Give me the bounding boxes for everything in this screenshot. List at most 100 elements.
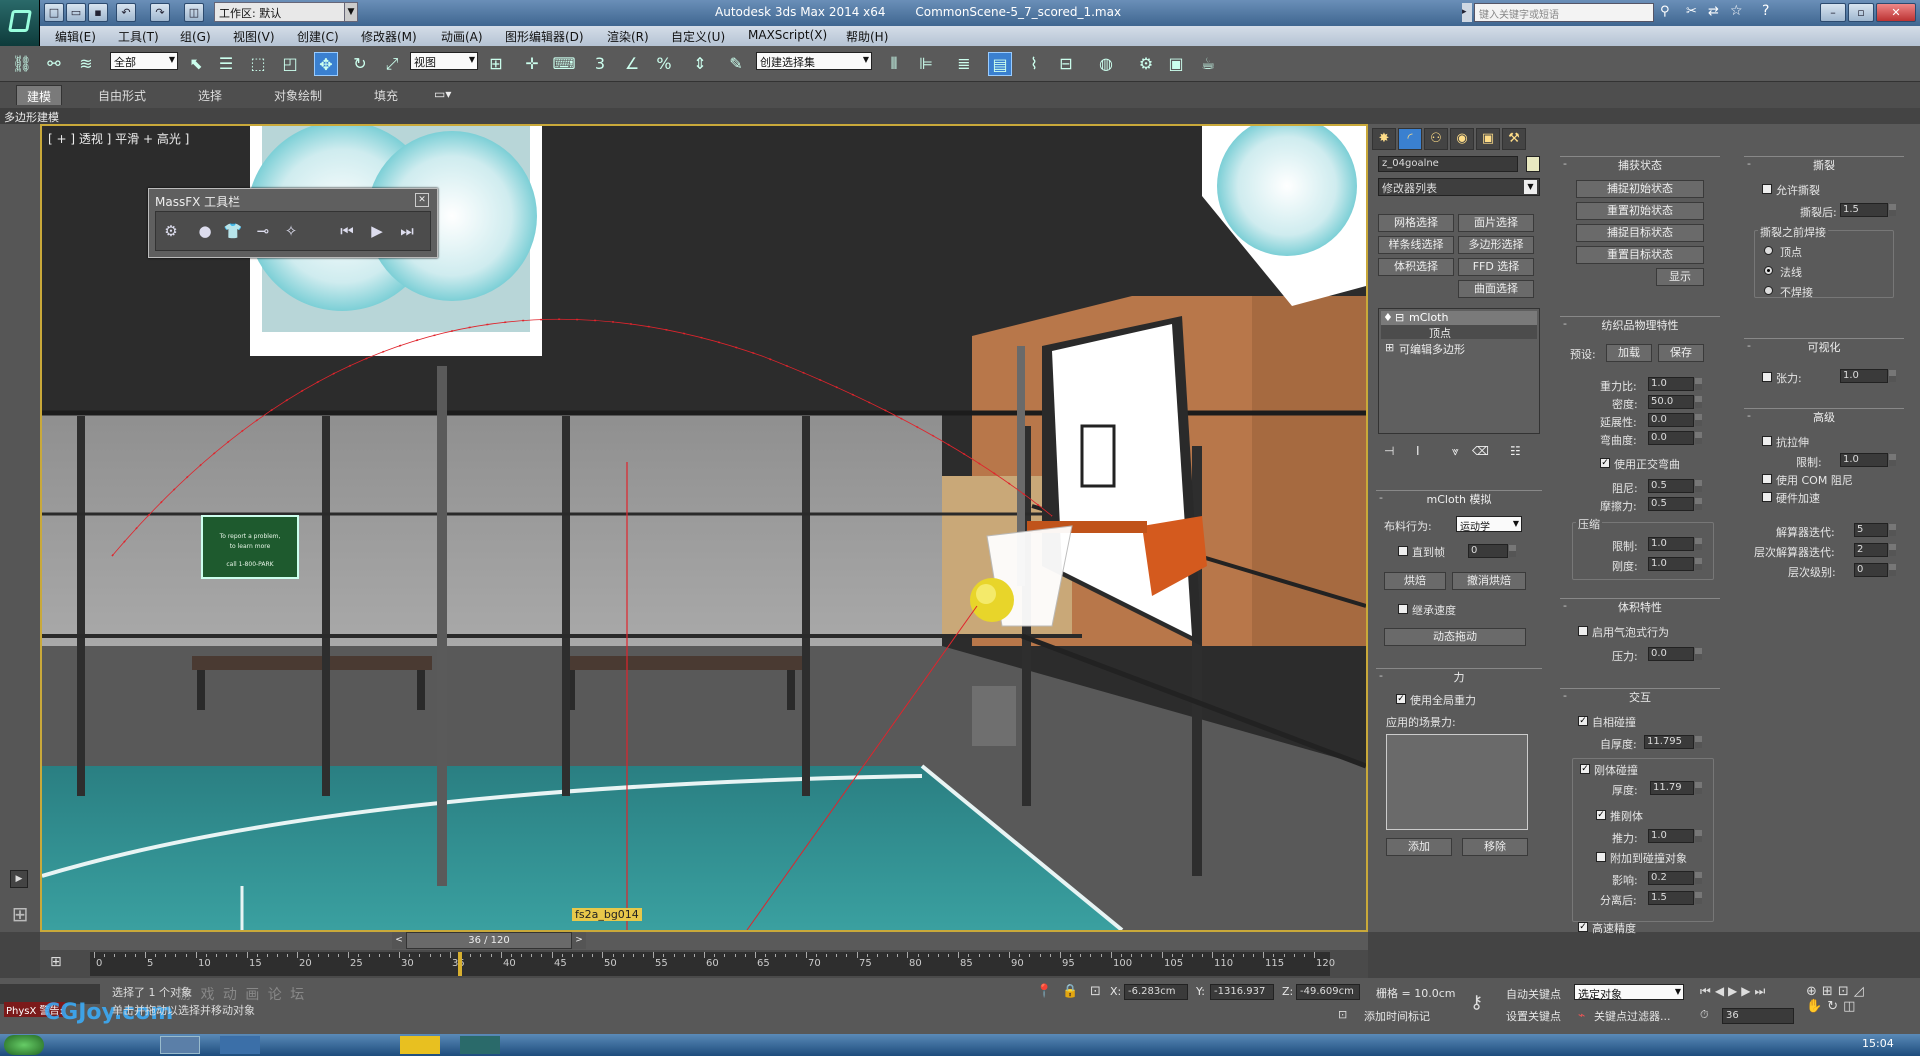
- chevron-down-icon[interactable]: ▼: [1524, 180, 1537, 194]
- rigid-collision-checkbox[interactable]: ✓: [1580, 764, 1590, 774]
- inherit-velocity-checkbox[interactable]: [1398, 604, 1408, 614]
- menu-rendering[interactable]: 渲染(R): [607, 28, 649, 45]
- rect-selection-icon[interactable]: ⬚: [246, 52, 270, 76]
- show-button[interactable]: 显示: [1656, 268, 1704, 286]
- schematic-view-icon[interactable]: ⊟: [1054, 52, 1078, 76]
- stack-item-mcloth[interactable]: ♦ ⊟ mCloth: [1381, 311, 1537, 325]
- menu-create[interactable]: 创建(C): [297, 28, 339, 45]
- close-icon[interactable]: ✕: [415, 193, 429, 207]
- weld-vertex-radio[interactable]: [1764, 246, 1773, 255]
- create-tab-icon[interactable]: ✸: [1372, 128, 1396, 150]
- search-input[interactable]: 键入关键字或短语: [1474, 3, 1654, 22]
- friction-field[interactable]: 0.5: [1648, 497, 1702, 511]
- tension-field[interactable]: 1.0: [1840, 369, 1896, 383]
- influence-field[interactable]: 0.2: [1648, 871, 1702, 885]
- weld-normal-radio[interactable]: [1764, 266, 1773, 275]
- scale-icon[interactable]: ⤢: [380, 52, 404, 76]
- reference-coord-dropdown[interactable]: 视图: [410, 52, 478, 70]
- time-slider[interactable]: 36 / 120: [406, 932, 572, 949]
- configure-sets-icon[interactable]: ☷: [1510, 444, 1521, 458]
- chevron-down-icon[interactable]: ▼: [344, 2, 358, 22]
- limit-field[interactable]: 1.0: [1840, 453, 1896, 467]
- world-params-icon[interactable]: ⚙: [160, 220, 182, 242]
- balloon-checkbox[interactable]: [1578, 626, 1588, 636]
- render-setup-icon[interactable]: ⚙: [1134, 52, 1158, 76]
- key-mode-dropdown[interactable]: 选定对象: [1574, 984, 1684, 1001]
- stack-item-vertex[interactable]: 顶点: [1381, 325, 1537, 340]
- rollout-forces[interactable]: -力: [1376, 668, 1542, 684]
- cloth-icon[interactable]: 👕: [222, 220, 244, 242]
- cloth-behavior-dropdown[interactable]: 运动学: [1456, 516, 1522, 533]
- mirror-icon[interactable]: ⫴: [882, 52, 906, 76]
- spline-select-button[interactable]: 样条线选择: [1378, 236, 1454, 254]
- undo-icon[interactable]: ↶: [116, 3, 136, 22]
- help-icon[interactable]: ?: [1762, 3, 1769, 19]
- zoom-icon[interactable]: ⊕: [1806, 984, 1822, 999]
- density-field[interactable]: 50.0: [1648, 395, 1702, 409]
- capture-target-button[interactable]: 捕捉目标状态: [1576, 224, 1704, 242]
- solver-iter-field[interactable]: 5: [1854, 523, 1896, 537]
- menu-graph-editors[interactable]: 图形编辑器(D): [505, 28, 584, 45]
- render-frame-icon[interactable]: ▣: [1164, 52, 1188, 76]
- weld-none-radio[interactable]: [1764, 286, 1773, 295]
- gravity-ratio-field[interactable]: 1.0: [1648, 377, 1702, 391]
- x-coordinate-field[interactable]: -6.283cm: [1124, 984, 1188, 1000]
- hier-iter-field[interactable]: 2: [1854, 543, 1896, 557]
- surface-select-button[interactable]: 曲面选择: [1458, 280, 1534, 298]
- menu-maxscript[interactable]: MAXScript(X): [748, 28, 827, 42]
- select-manipulate-icon[interactable]: ✛: [520, 52, 544, 76]
- pan-icon[interactable]: ✋: [1806, 999, 1827, 1014]
- app-menu-button[interactable]: [0, 0, 40, 46]
- push-rigid-checkbox[interactable]: ✓: [1596, 810, 1606, 820]
- pressure-field[interactable]: 0.0: [1648, 647, 1702, 661]
- add-time-tag-button[interactable]: 添加时间标记: [1364, 1008, 1430, 1024]
- rollout-advanced[interactable]: - 高级: [1744, 408, 1904, 424]
- select-by-name-icon[interactable]: ☰: [214, 52, 238, 76]
- stack-item-editable-poly[interactable]: ⊞ 可编辑多边形: [1381, 341, 1537, 356]
- detach-field[interactable]: 1.5: [1648, 891, 1702, 905]
- absolute-mode-icon[interactable]: ⊡: [1090, 984, 1101, 999]
- mesh-select-button[interactable]: 网格选择: [1378, 214, 1454, 232]
- rollout-volume[interactable]: - 体积特性: [1560, 598, 1720, 614]
- close-button[interactable]: ✕: [1876, 3, 1916, 22]
- tools-icon[interactable]: ✂: [1686, 4, 1697, 19]
- play-icon[interactable]: ▶: [10, 870, 28, 888]
- prev-frame-icon[interactable]: <: [392, 932, 406, 949]
- binoculars-icon[interactable]: ⚲: [1660, 4, 1670, 19]
- next-key-icon[interactable]: ▶: [1741, 984, 1754, 998]
- new-file-icon[interactable]: □: [44, 3, 64, 22]
- compress-stiffness-field[interactable]: 1.0: [1648, 557, 1702, 571]
- menu-animation[interactable]: 动画(A): [441, 28, 483, 45]
- zoom-all-icon[interactable]: ⊞: [1822, 984, 1838, 999]
- tab-modeling[interactable]: 建模: [16, 85, 63, 105]
- attach-checkbox[interactable]: [1596, 852, 1606, 862]
- ribbon-toggle-icon[interactable]: ▤: [988, 52, 1012, 76]
- menu-group[interactable]: 组(G): [180, 28, 211, 45]
- reset-sim-icon[interactable]: ⏮: [336, 220, 358, 242]
- z-coordinate-field[interactable]: -49.609cm: [1296, 984, 1360, 1000]
- exchange-icon[interactable]: ⇄: [1708, 4, 1719, 19]
- use-com-checkbox[interactable]: [1762, 474, 1772, 484]
- y-coordinate-field[interactable]: -1316.937: [1210, 984, 1274, 1000]
- next-frame-icon[interactable]: >: [572, 932, 586, 949]
- hold-icon[interactable]: ◫: [184, 3, 204, 22]
- capture-initial-button[interactable]: 捕捉初始状态: [1576, 180, 1704, 198]
- bulb-icon[interactable]: ♦: [1383, 311, 1393, 324]
- patch-select-button[interactable]: 面片选择: [1458, 214, 1534, 232]
- hier-levels-field[interactable]: 0: [1854, 563, 1896, 577]
- tab-object-paint[interactable]: 对象绘制: [264, 85, 332, 105]
- tear-after-field[interactable]: 1.5: [1840, 203, 1896, 217]
- direct-to-frame[interactable]: 0: [1468, 544, 1516, 558]
- fov-icon[interactable]: ◿: [1854, 984, 1869, 999]
- lock-icon[interactable]: 🔒: [1062, 984, 1078, 999]
- link-icon[interactable]: ⛓: [10, 52, 34, 76]
- push-field[interactable]: 1.0: [1648, 829, 1702, 843]
- expand-icon[interactable]: ⊟: [1395, 311, 1404, 324]
- add-force-button[interactable]: 添加: [1386, 838, 1452, 856]
- unbake-button[interactable]: 撤消烘焙: [1452, 572, 1526, 590]
- ribbon-options-icon[interactable]: ▭▾: [424, 85, 461, 105]
- use-global-gravity-checkbox[interactable]: ✓: [1396, 694, 1406, 704]
- allow-tear-checkbox[interactable]: [1762, 184, 1772, 194]
- edit-named-selection-icon[interactable]: ✎: [724, 52, 748, 76]
- constraint-icon[interactable]: ⊸: [252, 220, 274, 242]
